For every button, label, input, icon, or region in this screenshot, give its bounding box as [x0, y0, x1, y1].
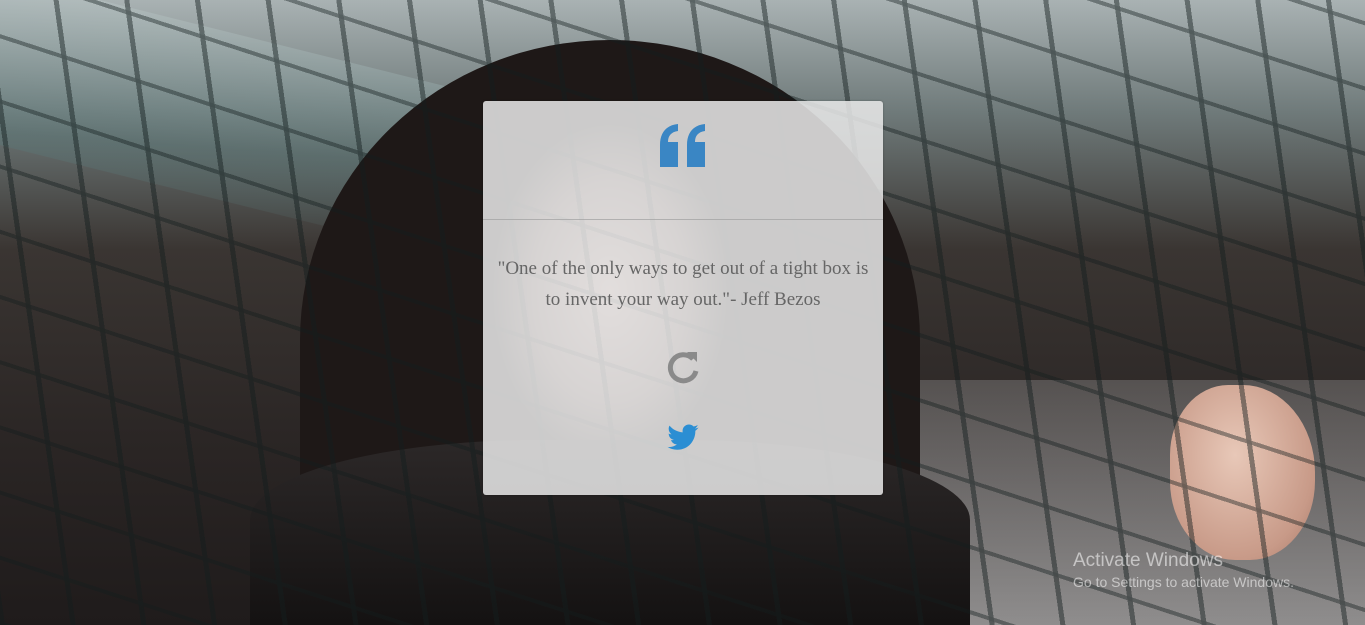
- new-quote-button[interactable]: [663, 347, 703, 387]
- quote-divider: [483, 219, 883, 220]
- quote-left-icon: [483, 123, 883, 193]
- quote-card: "One of the only ways to get out of a ti…: [483, 101, 883, 495]
- watermark-subtitle: Go to Settings to activate Windows.: [1073, 574, 1294, 590]
- twitter-icon: [667, 424, 699, 450]
- watermark-title: Activate Windows: [1073, 550, 1223, 571]
- tweet-quote-button[interactable]: [665, 421, 701, 455]
- windows-activation-watermark: Activate Windows Go to Settings to activ…: [1073, 549, 1363, 591]
- refresh-icon: [667, 352, 699, 384]
- quote-text: "One of the only ways to get out of a ti…: [497, 258, 869, 310]
